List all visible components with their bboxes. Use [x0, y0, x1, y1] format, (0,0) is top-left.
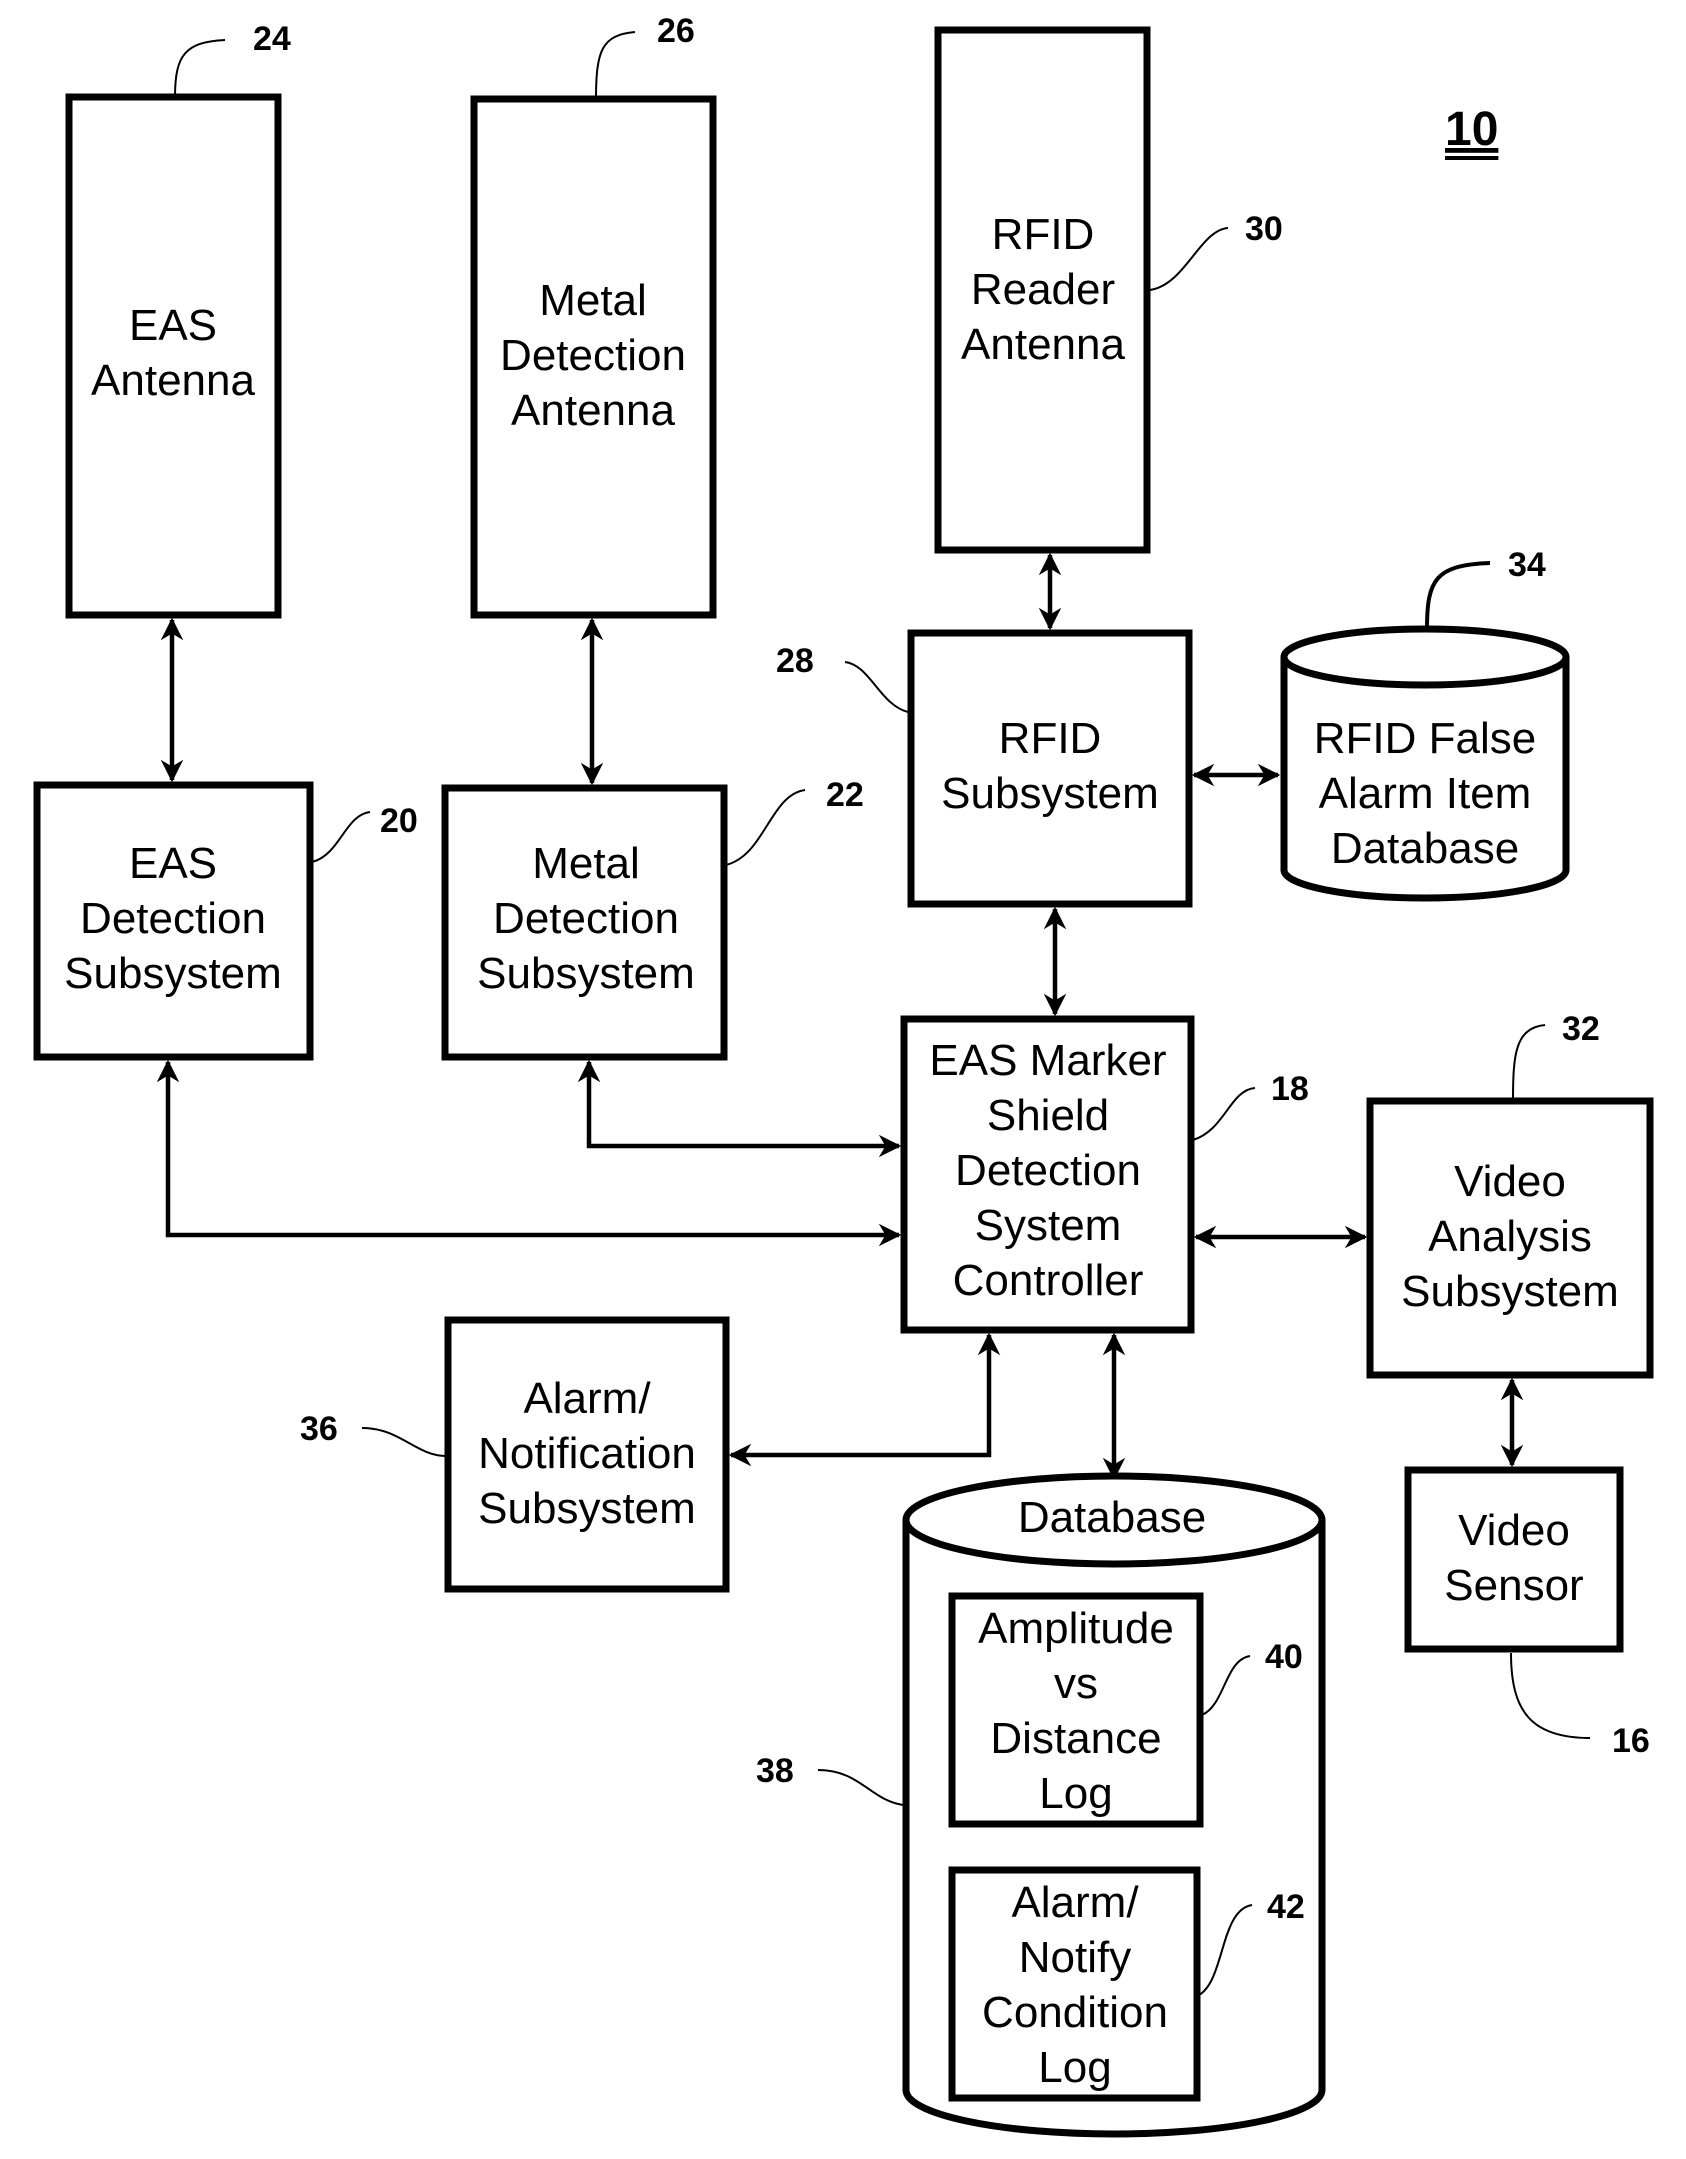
eas-detection-label-2: Detection — [80, 894, 266, 943]
ref-26: 26 — [657, 12, 695, 50]
rfid-antenna-label-2: Reader — [971, 265, 1115, 314]
ref-22: 22 — [826, 776, 864, 814]
metal-antenna-block: Metal Detection Antenna 26 — [470, 12, 717, 619]
rfid-database-block: RFID False Alarm Item Database 34 — [1280, 546, 1570, 902]
video-analysis-label-3: Subsystem — [1401, 1267, 1619, 1316]
amplitude-log-label-1: Amplitude — [978, 1604, 1174, 1653]
ref-18: 18 — [1271, 1070, 1309, 1108]
ref-16: 16 — [1612, 1722, 1650, 1760]
rfid-database-label-2: Alarm Item — [1319, 769, 1532, 818]
video-sensor-label-2: Sensor — [1444, 1561, 1583, 1610]
amplitude-log-label-2: vs — [1054, 1659, 1098, 1708]
ref-38: 38 — [756, 1752, 794, 1790]
metal-detection-label-3: Subsystem — [477, 949, 695, 998]
metal-detection-label-1: Metal — [532, 839, 640, 888]
block-diagram: 10 EAS Antenna 24 Metal Detection Antenn… — [33, 12, 1654, 2138]
controller-label-3: Detection — [955, 1146, 1141, 1195]
alarm-log-label-3: Condition — [982, 1988, 1168, 2037]
eas-antenna-label-2: Antenna — [91, 356, 255, 405]
link-controller-alarm — [728, 1332, 1001, 1467]
alarm-notification-block: Alarm/ Notification Subsystem 36 — [300, 1316, 730, 1593]
controller-block: EAS Marker Shield Detection System Contr… — [900, 1015, 1309, 1334]
controller-label-4: System — [975, 1201, 1122, 1250]
video-sensor-label-1: Video — [1458, 1506, 1570, 1555]
video-sensor-block: Video Sensor 16 — [1404, 1466, 1650, 1760]
eas-detection-block: EAS Detection Subsystem 20 — [33, 781, 418, 1061]
ref-34: 34 — [1508, 546, 1546, 584]
metal-antenna-label-2: Detection — [500, 331, 686, 380]
eas-detection-label-1: EAS — [129, 839, 217, 888]
metal-detection-block: Metal Detection Subsystem 22 — [441, 776, 864, 1061]
ref-24: 24 — [253, 20, 291, 58]
rfid-subsystem-block: RFID Subsystem 28 — [776, 629, 1193, 908]
alarm-notification-label-1: Alarm/ — [523, 1374, 651, 1423]
link-metal-detection-controller — [577, 1059, 902, 1158]
amplitude-log-label-3: Distance — [990, 1714, 1161, 1763]
ref-30: 30 — [1245, 210, 1283, 248]
database-title: Database — [1018, 1493, 1206, 1542]
eas-detection-label-3: Subsystem — [64, 949, 282, 998]
rfid-antenna-label-1: RFID — [992, 210, 1095, 259]
rfid-database-label-3: Database — [1331, 824, 1519, 873]
ref-40: 40 — [1265, 1638, 1303, 1676]
rfid-antenna-block: RFID Reader Antenna 30 — [934, 26, 1283, 554]
rfid-subsystem-label-1: RFID — [999, 714, 1102, 763]
video-analysis-block: Video Analysis Subsystem 32 — [1366, 1010, 1654, 1379]
alarm-notification-label-2: Notification — [478, 1429, 696, 1478]
eas-antenna-label-1: EAS — [129, 301, 217, 350]
link-eas-detection-controller — [156, 1059, 902, 1247]
rfid-database-label-1: RFID False — [1314, 714, 1536, 763]
ref-28: 28 — [776, 642, 814, 680]
alarm-log-label-4: Log — [1038, 2043, 1111, 2092]
figure-number: 10 — [1445, 103, 1498, 156]
metal-antenna-label-3: Antenna — [511, 386, 675, 435]
alarm-log-label-2: Notify — [1019, 1933, 1131, 1982]
controller-label-1: EAS Marker — [929, 1036, 1166, 1085]
rfid-antenna-label-3: Antenna — [961, 320, 1125, 369]
amplitude-log-label-4: Log — [1039, 1769, 1112, 1818]
video-analysis-label-1: Video — [1454, 1157, 1566, 1206]
alarm-log-label-1: Alarm/ — [1011, 1878, 1139, 1927]
controller-label-2: Shield — [987, 1091, 1109, 1140]
ref-36: 36 — [300, 1410, 338, 1448]
metal-detection-label-2: Detection — [493, 894, 679, 943]
video-analysis-label-2: Analysis — [1428, 1212, 1592, 1261]
eas-antenna-block: EAS Antenna 24 — [65, 20, 291, 619]
ref-20: 20 — [380, 802, 418, 840]
ref-32: 32 — [1562, 1010, 1600, 1048]
controller-label-5: Controller — [953, 1256, 1144, 1305]
rfid-subsystem-label-2: Subsystem — [941, 769, 1159, 818]
alarm-notification-label-3: Subsystem — [478, 1484, 696, 1533]
ref-42: 42 — [1267, 1888, 1305, 1926]
metal-antenna-label-1: Metal — [539, 276, 647, 325]
